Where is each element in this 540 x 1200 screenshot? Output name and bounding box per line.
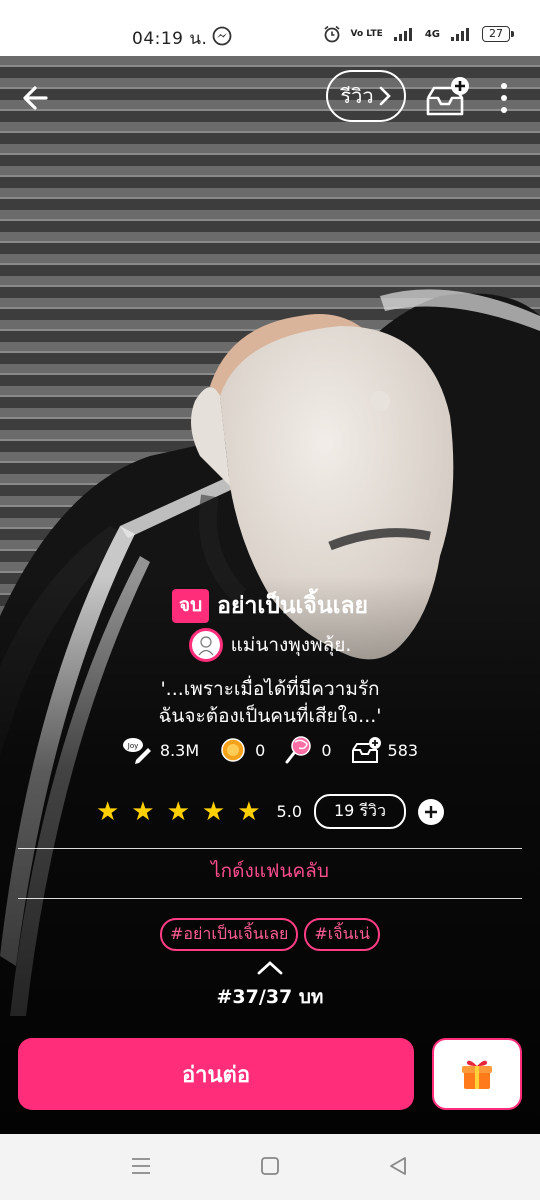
story-cover: รีวิว จบ อย่าเป็นเจิ้นเลย แม่นางพุงพลุ้ย…	[0, 56, 540, 1134]
coin-icon	[221, 738, 245, 762]
views-count: 8.3M	[159, 740, 200, 760]
messenger-icon	[212, 26, 232, 46]
add-review-button[interactable]	[418, 798, 445, 825]
stats-row: Joy 8.3M 0 0 583	[0, 736, 540, 764]
fanclub-link[interactable]: ไกด์งแฟนคลับ	[0, 856, 540, 886]
status-badge: จบ	[171, 589, 210, 623]
views-stat: Joy 8.3M	[122, 736, 199, 764]
views-icon: Joy	[122, 738, 151, 764]
gift-icon	[462, 1060, 492, 1089]
back-icon[interactable]	[388, 1156, 408, 1176]
story-title-row: จบ อย่าเป็นเจิ้นเลย	[0, 588, 540, 624]
review-button[interactable]: รีวิว	[326, 70, 406, 122]
quote-line-2: ฉันจะต้องเป็นคนที่เสียใจ...'	[158, 705, 382, 727]
story-quote: '...เพราะเมื่อได้ที่มีความรัก ฉันจะต้องเ…	[0, 676, 540, 730]
coins-count: 0	[255, 740, 266, 760]
quote-line-1: '...เพราะเมื่อได้ที่มีความรัก	[160, 678, 380, 700]
chevron-right-icon	[379, 86, 391, 106]
home-icon[interactable]	[260, 1156, 280, 1176]
back-arrow-icon[interactable]	[18, 80, 54, 116]
story-title: อย่าเป็นเจิ้นเลย	[217, 593, 369, 619]
rating-row: ★ ★ ★ ★ ★ 5.0 19 รีวิว	[0, 794, 540, 829]
battery-indicator: 27	[482, 26, 514, 42]
signal-icon	[393, 28, 412, 41]
tag-chip[interactable]: #อย่าเป็นเจิ้นเลย	[160, 918, 299, 951]
status-icons: Vo LTE 4G 27	[323, 25, 514, 43]
status-time: 04:19 น.	[132, 29, 208, 49]
candy-count: 0	[321, 740, 332, 760]
avatar[interactable]	[188, 628, 223, 662]
library-icon	[351, 737, 381, 763]
author-row[interactable]: แม่นางพุงพลุ้ย.	[0, 628, 540, 662]
divider	[18, 898, 522, 899]
lollipop-icon	[285, 736, 312, 764]
divider	[18, 848, 522, 849]
star-icon: ★	[166, 796, 190, 827]
signal-icon-2	[451, 28, 469, 41]
svg-text:Joy: Joy	[127, 742, 139, 750]
plus-icon	[425, 805, 438, 818]
more-options-icon[interactable]	[490, 78, 518, 118]
library-count: 583	[387, 740, 419, 760]
network-badge: 4G	[424, 28, 440, 40]
gift-button[interactable]	[432, 1038, 522, 1110]
review-count-button[interactable]: 19 รีวิว	[314, 794, 407, 829]
recent-apps-icon[interactable]	[130, 1156, 152, 1176]
add-to-library-icon[interactable]	[424, 76, 470, 118]
tags-row: #อย่าเป็นเจิ้นเลย #เจิ้นเน่	[0, 918, 540, 951]
volte-badge: Vo LTE	[350, 28, 383, 39]
chevron-up-icon[interactable]	[256, 960, 284, 976]
review-button-label: รีวิว	[340, 84, 374, 108]
coins-stat: 0	[217, 736, 265, 764]
chapter-progress: #37/37 บท	[216, 986, 324, 1008]
tag-chip[interactable]: #เจิ้นเน่	[304, 918, 380, 951]
avatar-illustration	[198, 636, 214, 656]
candy-stat: 0	[283, 736, 332, 764]
star-icon: ★	[131, 796, 155, 827]
rating-value: 5.0	[276, 802, 302, 821]
library-stat: 583	[350, 736, 419, 764]
system-nav-bar	[0, 1134, 540, 1200]
star-icon: ★	[201, 796, 226, 827]
star-icon: ★	[95, 796, 120, 827]
star-icon: ★	[237, 796, 261, 827]
author-name[interactable]: แม่นางพุงพลุ้ย.	[231, 630, 352, 660]
alarm-icon	[323, 25, 340, 43]
status-bar: 04:19 น. Vo LTE 4G 27	[0, 0, 540, 56]
continue-reading-button[interactable]: อ่านต่อ	[18, 1038, 414, 1110]
